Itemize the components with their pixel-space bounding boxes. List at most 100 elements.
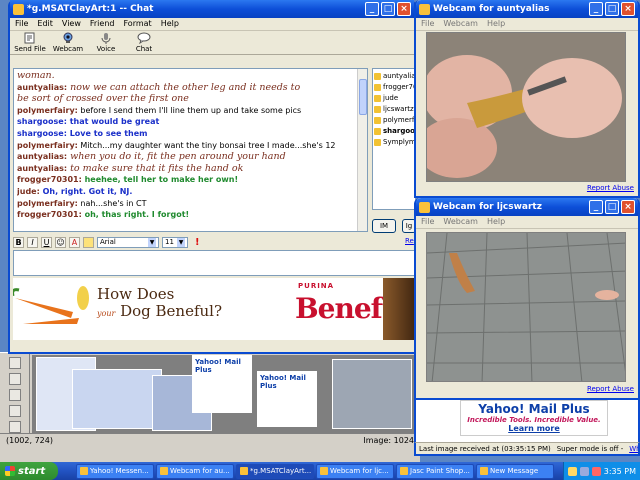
close-button[interactable]: ×	[621, 2, 635, 16]
fill-tool-icon[interactable]	[9, 405, 21, 417]
menu-friend[interactable]: Friend	[90, 19, 115, 29]
user-list-item[interactable]: frogger703	[374, 82, 414, 93]
menu-help[interactable]: Help	[487, 19, 505, 29]
menu-view[interactable]: View	[62, 19, 81, 29]
chat-message: frogger70301: oh, thas right. I forgot!	[17, 209, 364, 221]
italic-button[interactable]: I	[27, 237, 38, 248]
yahoo-mail-plus-ad[interactable]: Yahoo! Mail Plus Incredible Tools. Incre…	[414, 400, 640, 442]
maximize-button[interactable]: □	[605, 200, 619, 214]
chat-message-user[interactable]: shargoose:	[17, 117, 67, 126]
taskbar-button[interactable]: Webcam for ljc...	[316, 463, 394, 479]
menu-webcam[interactable]: Webcam	[443, 19, 478, 29]
messenger-tray-icon[interactable]	[591, 466, 601, 476]
close-button[interactable]: ×	[621, 200, 635, 214]
close-button[interactable]: ×	[397, 2, 411, 16]
minimize-button[interactable]: _	[589, 2, 603, 16]
taskbar-button[interactable]: *g.MSATClayArt...	[236, 463, 314, 479]
chat-message: auntyalias: when you do it, fit the pen …	[17, 151, 364, 163]
chat-message-user[interactable]: auntyalias:	[17, 152, 67, 161]
menu-file[interactable]: File	[421, 217, 434, 227]
app-icon	[480, 467, 488, 475]
webcam-titlebar[interactable]: Webcam for ljcswartz _ □ ×	[416, 198, 638, 216]
voice-button[interactable]: Voice	[90, 32, 122, 53]
chat-transcript[interactable]: woman. auntyalias: now we can attach the …	[13, 68, 368, 232]
webcam-window-auntyalias: Webcam for auntyalias _ □ × File Webcam …	[414, 0, 640, 198]
user-icon	[374, 84, 381, 91]
font-value: Arial	[100, 238, 116, 246]
taskbar-button[interactable]: New Message	[476, 463, 554, 479]
user-list-item[interactable]: auntyalias	[374, 71, 414, 82]
menu-edit[interactable]: Edit	[37, 19, 53, 29]
user-list-item[interactable]: ljcswartz	[374, 104, 414, 115]
user-list-item[interactable]: polymerfai	[374, 115, 414, 126]
voice-label: Voice	[96, 45, 116, 53]
buzz-icon[interactable]: !	[195, 237, 200, 248]
chat-message-user[interactable]: polymerfairy:	[17, 106, 78, 115]
chat-message-user[interactable]: frogger70301:	[17, 210, 82, 219]
chat-message-text: oh, thas right. I forgot!	[81, 210, 190, 220]
font-size-select[interactable]: 11 ▼	[162, 237, 188, 248]
maximize-button[interactable]: □	[381, 2, 395, 16]
scrollbar-thumb[interactable]	[359, 79, 367, 115]
menu-help[interactable]: Help	[487, 217, 505, 227]
brush-tool-icon[interactable]	[9, 373, 21, 385]
taskbar-button[interactable]: Webcam for au...	[156, 463, 234, 479]
report-abuse-link[interactable]: Report Abuse	[587, 184, 634, 192]
user-icon	[374, 95, 381, 102]
im-button[interactable]: IM	[372, 219, 396, 233]
chat-message-user[interactable]: auntyalias:	[17, 164, 67, 173]
taskbar-button[interactable]: Jasc Paint Shop...	[396, 463, 474, 479]
chat-message-user[interactable]: polymerfairy:	[17, 199, 78, 208]
app-icon	[240, 467, 248, 475]
chat-button[interactable]: Chat	[128, 32, 160, 53]
chat-message-user[interactable]: frogger70301:	[17, 175, 82, 184]
text-color-icon[interactable]: A	[69, 237, 80, 248]
user-list[interactable]: auntyalias frogger703 jude ljcswartz polymer…	[372, 68, 416, 210]
chat-message: frogger70301: heehee, tell her to make h…	[17, 174, 364, 186]
menu-help[interactable]: Help	[161, 19, 179, 29]
user-list-item[interactable]: Symplymac	[374, 137, 414, 148]
maximize-button[interactable]: □	[605, 2, 619, 16]
paint-canvas[interactable]: Yahoo! Mail Plus Yahoo! Mail Plus	[32, 355, 420, 435]
pointer-tool-icon[interactable]	[9, 357, 21, 369]
underline-button[interactable]: U	[41, 237, 52, 248]
bold-button[interactable]: B	[13, 237, 24, 248]
app-icon	[320, 467, 328, 475]
start-button[interactable]: start	[0, 462, 58, 480]
menu-format[interactable]: Format	[123, 19, 151, 29]
emoticon-icon[interactable]: ☺	[55, 237, 66, 248]
chat-message-user[interactable]: jude:	[17, 187, 40, 196]
taskbar-button[interactable]: Yahoo! Messen...	[76, 463, 154, 479]
transcript-scrollbar[interactable]	[357, 69, 367, 231]
background-color-icon[interactable]	[83, 237, 94, 248]
webcam-button[interactable]: Webcam	[52, 32, 84, 53]
minimize-button[interactable]: _	[365, 2, 379, 16]
network-icon[interactable]	[567, 466, 577, 476]
beneful-ad-banner[interactable]: How Does your Dog Beneful? PURINA Benefu…	[13, 278, 416, 340]
menu-file[interactable]: File	[421, 19, 434, 29]
chat-message-user[interactable]: shargoose:	[17, 129, 67, 138]
chat-message: be sort of crossed over the first one	[17, 93, 364, 105]
eraser-tool-icon[interactable]	[9, 421, 21, 433]
whats-this-link[interactable]: What's this?	[629, 445, 638, 453]
learn-more-link[interactable]: Learn more	[461, 424, 607, 433]
font-select[interactable]: Arial ▼	[97, 237, 159, 248]
chat-message-user[interactable]: auntyalias:	[17, 83, 67, 92]
send-file-button[interactable]: Send File	[14, 32, 46, 53]
user-list-item[interactable]: jude	[374, 93, 414, 104]
chat-titlebar[interactable]: *g.MSATClayArt:1 -- Chat _ □ ×	[10, 0, 414, 18]
user-list-item[interactable]: shargoos	[374, 126, 414, 137]
message-input[interactable]	[13, 250, 416, 276]
user-name: frogger703	[383, 83, 414, 91]
report-link[interactable]: Re	[405, 237, 414, 245]
chat-message-user[interactable]: polymerfairy:	[17, 141, 78, 150]
menu-webcam[interactable]: Webcam	[443, 217, 478, 227]
menu-file[interactable]: File	[15, 19, 28, 29]
chat-message-text: nah...she's in CT	[77, 198, 147, 208]
report-abuse-link[interactable]: Report Abuse	[587, 385, 634, 393]
ad-subline: your Dog Beneful?	[97, 302, 222, 320]
minimize-button[interactable]: _	[589, 200, 603, 214]
webcam-titlebar[interactable]: Webcam for auntyalias _ □ ×	[416, 0, 638, 18]
dropper-tool-icon[interactable]	[9, 389, 21, 401]
volume-icon[interactable]	[579, 466, 589, 476]
